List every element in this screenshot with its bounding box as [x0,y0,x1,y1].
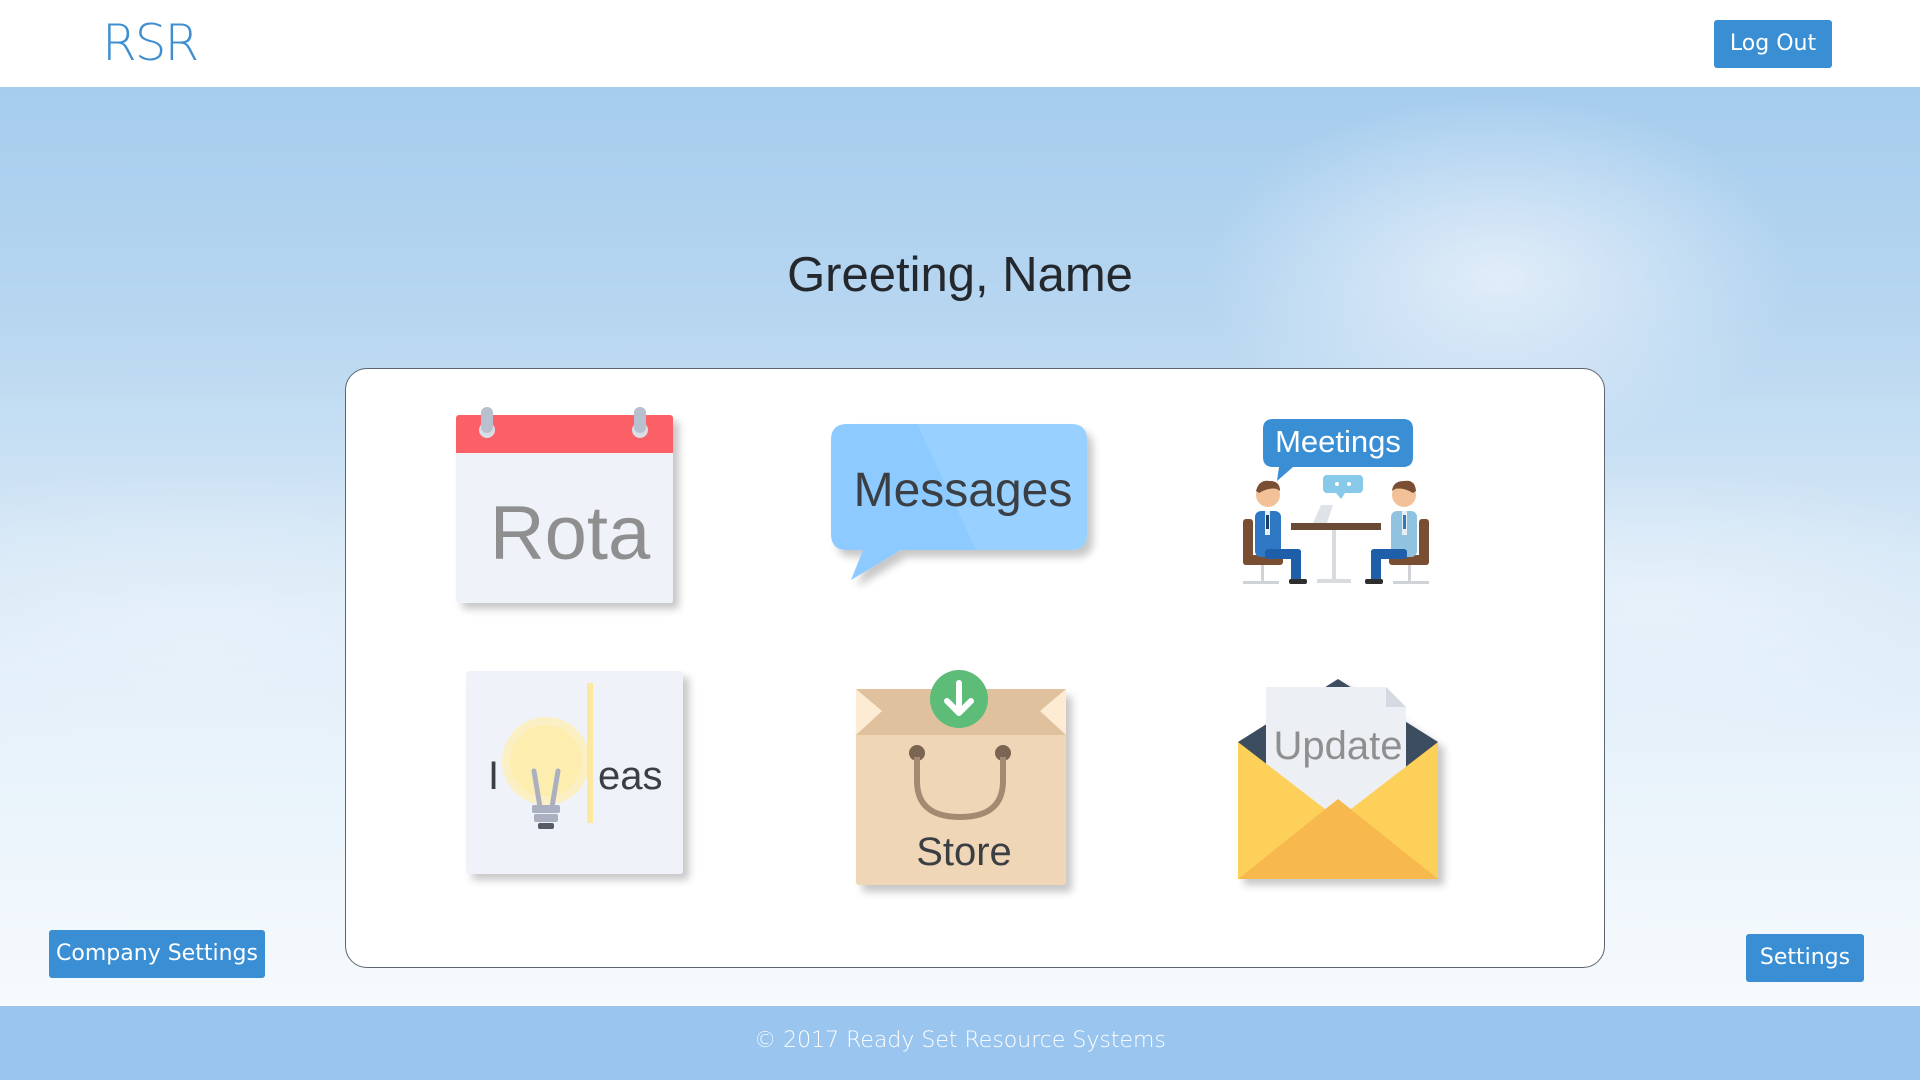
ideas-label-suffix: eas [598,754,663,798]
messages-tile[interactable]: Messages [831,424,1101,604]
meeting-people-icon: Meetings [1243,419,1429,584]
meetings-tile[interactable]: Meetings [1241,419,1431,604]
main-area: Greeting, Name Rota Messages Meetings I … [0,87,1920,1006]
store-tile[interactable]: Store [856,670,1086,891]
shopping-bag-download-icon: Store [856,670,1066,885]
logout-button[interactable]: Log Out [1714,20,1832,68]
top-navbar: RSR Log Out [0,0,1920,87]
store-label: Store [916,830,1012,874]
company-settings-button[interactable]: Company Settings [49,930,265,978]
update-tile[interactable]: Update [1238,679,1458,879]
update-label: Update [1274,724,1403,768]
messages-label: Messages [854,464,1073,517]
speech-bubble-icon: Messages [831,424,1087,580]
rsr-logo[interactable]: RSR [102,14,199,72]
rota-tile[interactable]: Rota [456,407,686,627]
rota-label: Rota [490,491,651,576]
ideas-tile[interactable]: I eas [466,671,696,891]
ideas-label-prefix: I [488,754,499,798]
settings-button[interactable]: Settings [1746,934,1864,982]
meetings-label: Meetings [1275,424,1401,459]
footer-copyright: © 2017 Ready Set Resource Systems [754,1028,1166,1053]
app-tiles-panel: Rota Messages Meetings I eas Store Updat… [345,368,1605,968]
calendar-icon: Rota [456,407,673,603]
greeting-heading: Greeting, Name [787,248,1133,302]
envelope-letter-icon: Update [1238,679,1438,879]
lightbulb-icon: I eas [466,671,683,874]
footer: © 2017 Ready Set Resource Systems [0,1006,1920,1080]
